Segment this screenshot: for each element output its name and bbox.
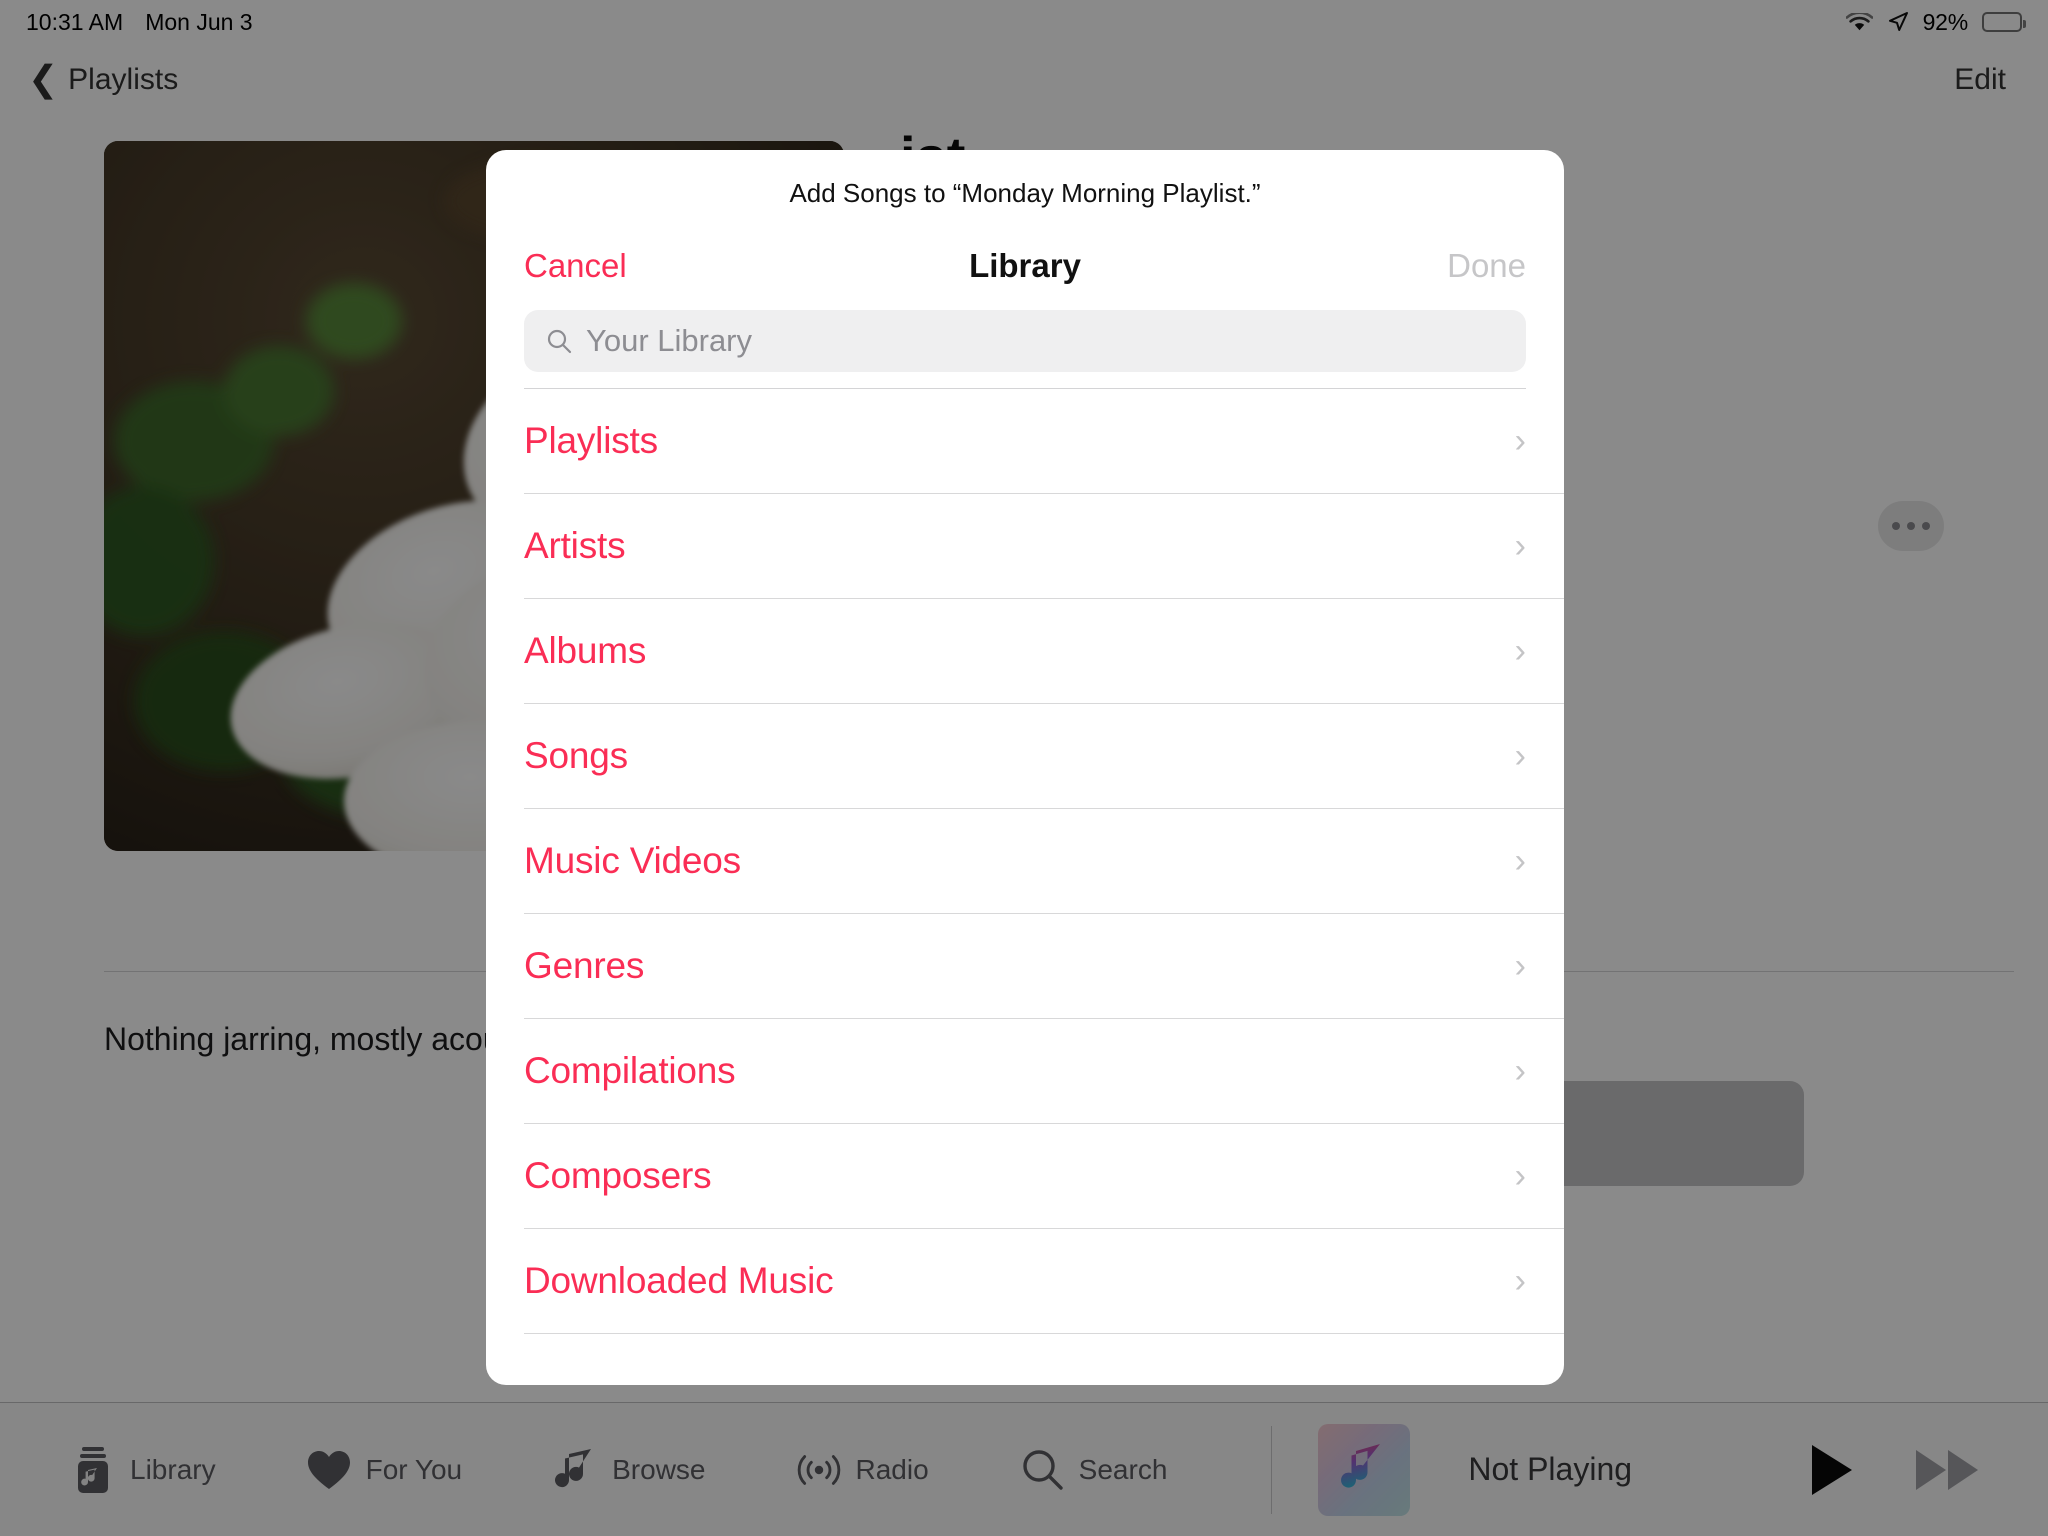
- list-separator: [524, 1333, 1564, 1334]
- play-icon[interactable]: [1812, 1444, 1852, 1495]
- battery-full-icon: [1982, 12, 2026, 32]
- now-playing-controls: [1812, 1444, 2048, 1495]
- chevron-right-icon: ›: [1514, 422, 1526, 460]
- modal-nav-bar: Cancel Library Done: [486, 222, 1564, 310]
- fast-forward-icon[interactable]: [1916, 1449, 1978, 1490]
- library-icon: [70, 1446, 116, 1493]
- chevron-right-icon: ›: [1514, 1262, 1526, 1300]
- tab-for-you[interactable]: For You: [306, 1447, 463, 1493]
- tab-list: Library For You Browse Radio Search: [0, 1403, 1273, 1536]
- status-date: Mon Jun 3: [145, 8, 253, 35]
- status-bar-left: 10:31 AM Mon Jun 3: [26, 9, 253, 36]
- status-bar-right: 92%: [1845, 8, 2026, 36]
- fast-forward-triangle: [1916, 1449, 1946, 1490]
- list-item-songs[interactable]: Songs ›: [486, 704, 1564, 808]
- modal-title: Add Songs to “Monday Morning Playlist.”: [789, 177, 1261, 208]
- list-item-label: Music Videos: [524, 840, 741, 881]
- list-item-label: Playlists: [524, 420, 658, 461]
- tab-library[interactable]: Library: [70, 1446, 216, 1493]
- ellipsis-dot: [1922, 522, 1930, 530]
- status-bar: 10:31 AM Mon Jun 3 92%: [0, 0, 2048, 44]
- now-playing-label: Not Playing: [1468, 1451, 1633, 1487]
- tab-browse-label: Browse: [612, 1453, 706, 1485]
- search-container: Your Library: [486, 310, 1564, 388]
- modal-nav-title: Library: [969, 247, 1081, 284]
- list-item-music-videos[interactable]: Music Videos ›: [486, 809, 1564, 913]
- library-list: Playlists › Artists › Albums › Songs › M…: [486, 389, 1564, 1385]
- list-item-downloaded-music[interactable]: Downloaded Music ›: [486, 1229, 1564, 1333]
- heart-icon: [306, 1447, 352, 1493]
- add-songs-modal: Add Songs to “Monday Morning Playlist.” …: [486, 150, 1564, 1385]
- playlist-description: Nothing jarring, mostly acou: [104, 1021, 501, 1057]
- music-note-placeholder-icon: [1318, 1423, 1411, 1516]
- chevron-right-icon: ›: [1514, 947, 1526, 985]
- ellipsis-dot: [1892, 522, 1900, 530]
- chevron-right-icon: ›: [1514, 1157, 1526, 1195]
- done-button[interactable]: Done: [1447, 247, 1526, 285]
- list-item-label: Albums: [524, 630, 647, 671]
- back-button[interactable]: ❮ Playlists: [28, 57, 179, 99]
- chevron-right-icon: ›: [1514, 1052, 1526, 1090]
- list-item-label: Artists: [524, 525, 626, 566]
- tab-search-label: Search: [1078, 1453, 1168, 1485]
- music-notes-icon: [552, 1447, 598, 1493]
- tab-for-you-label: For You: [365, 1453, 463, 1485]
- list-item-artists[interactable]: Artists ›: [486, 494, 1564, 598]
- tab-radio[interactable]: Radio: [796, 1447, 929, 1493]
- list-item-label: Genres: [524, 945, 645, 986]
- wifi-icon: [1845, 11, 1873, 32]
- edit-button[interactable]: Edit: [1954, 63, 2020, 97]
- ellipsis-button[interactable]: [1878, 501, 1944, 551]
- chevron-left-icon: ❮: [28, 57, 59, 99]
- radio-broadcast-icon: [796, 1447, 842, 1493]
- tab-radio-label: Radio: [855, 1453, 929, 1485]
- battery-percent: 92%: [1922, 8, 1969, 35]
- list-item-playlists[interactable]: Playlists ›: [486, 389, 1564, 493]
- cancel-button[interactable]: Cancel: [524, 247, 627, 285]
- chevron-right-icon: ›: [1514, 527, 1526, 565]
- fast-forward-triangle: [1948, 1449, 1978, 1490]
- list-item-albums[interactable]: Albums ›: [486, 599, 1564, 703]
- background-nav-bar: ❮ Playlists Edit: [0, 44, 2048, 116]
- list-item-label: Songs: [524, 735, 628, 776]
- search-icon: [1019, 1447, 1065, 1493]
- tab-library-label: Library: [130, 1453, 216, 1485]
- ellipsis-dot: [1907, 522, 1915, 530]
- list-item-genres[interactable]: Genres ›: [486, 914, 1564, 1018]
- list-item-label: Compilations: [524, 1050, 736, 1091]
- status-time: 10:31 AM: [26, 8, 124, 35]
- search-placeholder: Your Library: [586, 323, 753, 358]
- list-item-composers[interactable]: Composers ›: [486, 1124, 1564, 1228]
- search-input[interactable]: Your Library: [524, 310, 1526, 372]
- chevron-right-icon: ›: [1514, 737, 1526, 775]
- back-button-label: Playlists: [68, 63, 179, 96]
- list-item-label: Downloaded Music: [524, 1260, 834, 1301]
- chevron-right-icon: ›: [1514, 632, 1526, 670]
- tab-browse[interactable]: Browse: [552, 1447, 706, 1493]
- search-icon: [546, 328, 572, 354]
- tab-bar: Library For You Browse Radio Search Not …: [0, 1402, 2048, 1536]
- list-item-compilations[interactable]: Compilations ›: [486, 1019, 1564, 1123]
- chevron-right-icon: ›: [1514, 842, 1526, 880]
- list-item-label: Composers: [524, 1155, 712, 1196]
- now-playing-bar[interactable]: Not Playing: [1272, 1403, 2048, 1536]
- location-arrow-icon: [1887, 11, 1909, 33]
- tab-search[interactable]: Search: [1019, 1447, 1168, 1493]
